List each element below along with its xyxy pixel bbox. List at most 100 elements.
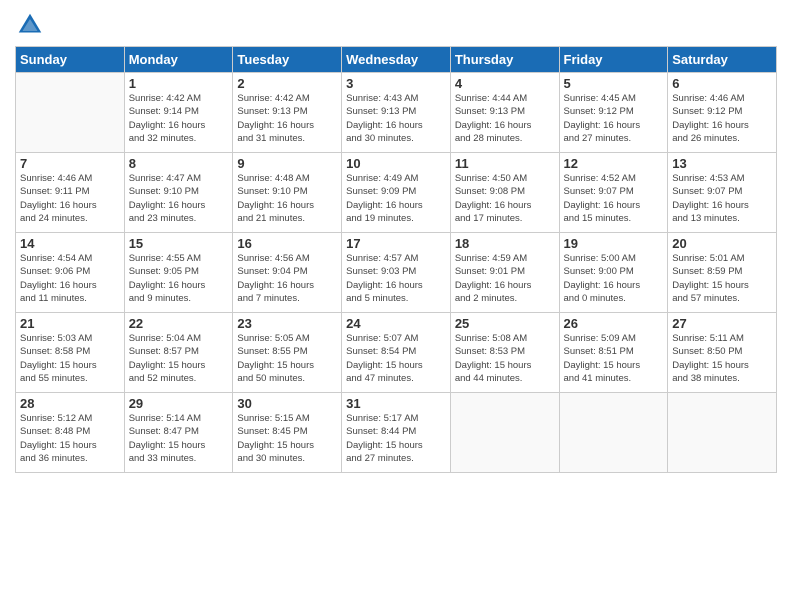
day-cell: 11Sunrise: 4:50 AM Sunset: 9:08 PM Dayli… [450, 153, 559, 233]
day-info: Sunrise: 5:08 AM Sunset: 8:53 PM Dayligh… [455, 332, 555, 385]
day-cell: 15Sunrise: 4:55 AM Sunset: 9:05 PM Dayli… [124, 233, 233, 313]
week-row-4: 28Sunrise: 5:12 AM Sunset: 8:48 PM Dayli… [16, 393, 777, 473]
day-info: Sunrise: 4:53 AM Sunset: 9:07 PM Dayligh… [672, 172, 772, 225]
day-cell: 12Sunrise: 4:52 AM Sunset: 9:07 PM Dayli… [559, 153, 668, 233]
day-number: 23 [237, 316, 337, 331]
day-number: 19 [564, 236, 664, 251]
day-number: 15 [129, 236, 229, 251]
header-cell-saturday: Saturday [668, 47, 777, 73]
header-cell-thursday: Thursday [450, 47, 559, 73]
day-cell: 4Sunrise: 4:44 AM Sunset: 9:13 PM Daylig… [450, 73, 559, 153]
day-number: 17 [346, 236, 446, 251]
day-number: 13 [672, 156, 772, 171]
day-cell: 31Sunrise: 5:17 AM Sunset: 8:44 PM Dayli… [342, 393, 451, 473]
week-row-1: 7Sunrise: 4:46 AM Sunset: 9:11 PM Daylig… [16, 153, 777, 233]
day-number: 24 [346, 316, 446, 331]
day-cell: 25Sunrise: 5:08 AM Sunset: 8:53 PM Dayli… [450, 313, 559, 393]
day-number: 11 [455, 156, 555, 171]
header-cell-monday: Monday [124, 47, 233, 73]
day-info: Sunrise: 5:00 AM Sunset: 9:00 PM Dayligh… [564, 252, 664, 305]
day-cell [668, 393, 777, 473]
day-number: 21 [20, 316, 120, 331]
day-cell: 2Sunrise: 4:42 AM Sunset: 9:13 PM Daylig… [233, 73, 342, 153]
day-info: Sunrise: 4:43 AM Sunset: 9:13 PM Dayligh… [346, 92, 446, 145]
day-info: Sunrise: 5:17 AM Sunset: 8:44 PM Dayligh… [346, 412, 446, 465]
day-info: Sunrise: 4:42 AM Sunset: 9:14 PM Dayligh… [129, 92, 229, 145]
day-cell: 20Sunrise: 5:01 AM Sunset: 8:59 PM Dayli… [668, 233, 777, 313]
day-info: Sunrise: 4:47 AM Sunset: 9:10 PM Dayligh… [129, 172, 229, 225]
day-cell: 22Sunrise: 5:04 AM Sunset: 8:57 PM Dayli… [124, 313, 233, 393]
day-info: Sunrise: 4:42 AM Sunset: 9:13 PM Dayligh… [237, 92, 337, 145]
day-info: Sunrise: 4:46 AM Sunset: 9:12 PM Dayligh… [672, 92, 772, 145]
day-info: Sunrise: 4:45 AM Sunset: 9:12 PM Dayligh… [564, 92, 664, 145]
day-number: 20 [672, 236, 772, 251]
day-cell: 21Sunrise: 5:03 AM Sunset: 8:58 PM Dayli… [16, 313, 125, 393]
page: SundayMondayTuesdayWednesdayThursdayFrid… [0, 0, 792, 612]
day-info: Sunrise: 4:46 AM Sunset: 9:11 PM Dayligh… [20, 172, 120, 225]
header [15, 10, 777, 40]
day-number: 31 [346, 396, 446, 411]
day-cell: 14Sunrise: 4:54 AM Sunset: 9:06 PM Dayli… [16, 233, 125, 313]
day-cell: 24Sunrise: 5:07 AM Sunset: 8:54 PM Dayli… [342, 313, 451, 393]
day-info: Sunrise: 4:52 AM Sunset: 9:07 PM Dayligh… [564, 172, 664, 225]
day-info: Sunrise: 4:54 AM Sunset: 9:06 PM Dayligh… [20, 252, 120, 305]
day-info: Sunrise: 4:56 AM Sunset: 9:04 PM Dayligh… [237, 252, 337, 305]
day-cell: 30Sunrise: 5:15 AM Sunset: 8:45 PM Dayli… [233, 393, 342, 473]
day-number: 10 [346, 156, 446, 171]
header-cell-sunday: Sunday [16, 47, 125, 73]
day-cell: 18Sunrise: 4:59 AM Sunset: 9:01 PM Dayli… [450, 233, 559, 313]
day-number: 12 [564, 156, 664, 171]
day-cell: 10Sunrise: 4:49 AM Sunset: 9:09 PM Dayli… [342, 153, 451, 233]
header-cell-tuesday: Tuesday [233, 47, 342, 73]
day-info: Sunrise: 5:14 AM Sunset: 8:47 PM Dayligh… [129, 412, 229, 465]
day-number: 4 [455, 76, 555, 91]
day-cell: 3Sunrise: 4:43 AM Sunset: 9:13 PM Daylig… [342, 73, 451, 153]
logo [15, 10, 49, 40]
header-cell-wednesday: Wednesday [342, 47, 451, 73]
day-info: Sunrise: 4:44 AM Sunset: 9:13 PM Dayligh… [455, 92, 555, 145]
day-info: Sunrise: 5:11 AM Sunset: 8:50 PM Dayligh… [672, 332, 772, 385]
day-cell: 23Sunrise: 5:05 AM Sunset: 8:55 PM Dayli… [233, 313, 342, 393]
day-cell [450, 393, 559, 473]
day-info: Sunrise: 4:57 AM Sunset: 9:03 PM Dayligh… [346, 252, 446, 305]
day-number: 9 [237, 156, 337, 171]
day-cell: 27Sunrise: 5:11 AM Sunset: 8:50 PM Dayli… [668, 313, 777, 393]
day-number: 25 [455, 316, 555, 331]
logo-icon [15, 10, 45, 40]
day-info: Sunrise: 5:03 AM Sunset: 8:58 PM Dayligh… [20, 332, 120, 385]
day-cell: 19Sunrise: 5:00 AM Sunset: 9:00 PM Dayli… [559, 233, 668, 313]
header-row: SundayMondayTuesdayWednesdayThursdayFrid… [16, 47, 777, 73]
day-number: 22 [129, 316, 229, 331]
day-number: 1 [129, 76, 229, 91]
day-number: 5 [564, 76, 664, 91]
week-row-2: 14Sunrise: 4:54 AM Sunset: 9:06 PM Dayli… [16, 233, 777, 313]
day-cell: 28Sunrise: 5:12 AM Sunset: 8:48 PM Dayli… [16, 393, 125, 473]
day-number: 28 [20, 396, 120, 411]
day-info: Sunrise: 4:49 AM Sunset: 9:09 PM Dayligh… [346, 172, 446, 225]
day-number: 14 [20, 236, 120, 251]
day-number: 26 [564, 316, 664, 331]
day-number: 8 [129, 156, 229, 171]
day-number: 30 [237, 396, 337, 411]
day-info: Sunrise: 4:55 AM Sunset: 9:05 PM Dayligh… [129, 252, 229, 305]
day-number: 18 [455, 236, 555, 251]
day-number: 16 [237, 236, 337, 251]
day-number: 27 [672, 316, 772, 331]
day-number: 2 [237, 76, 337, 91]
day-info: Sunrise: 5:01 AM Sunset: 8:59 PM Dayligh… [672, 252, 772, 305]
day-info: Sunrise: 5:05 AM Sunset: 8:55 PM Dayligh… [237, 332, 337, 385]
day-cell: 8Sunrise: 4:47 AM Sunset: 9:10 PM Daylig… [124, 153, 233, 233]
day-cell: 6Sunrise: 4:46 AM Sunset: 9:12 PM Daylig… [668, 73, 777, 153]
day-cell: 16Sunrise: 4:56 AM Sunset: 9:04 PM Dayli… [233, 233, 342, 313]
day-cell: 7Sunrise: 4:46 AM Sunset: 9:11 PM Daylig… [16, 153, 125, 233]
week-row-0: 1Sunrise: 4:42 AM Sunset: 9:14 PM Daylig… [16, 73, 777, 153]
day-cell: 29Sunrise: 5:14 AM Sunset: 8:47 PM Dayli… [124, 393, 233, 473]
day-cell: 26Sunrise: 5:09 AM Sunset: 8:51 PM Dayli… [559, 313, 668, 393]
day-cell: 17Sunrise: 4:57 AM Sunset: 9:03 PM Dayli… [342, 233, 451, 313]
day-cell: 1Sunrise: 4:42 AM Sunset: 9:14 PM Daylig… [124, 73, 233, 153]
day-info: Sunrise: 5:07 AM Sunset: 8:54 PM Dayligh… [346, 332, 446, 385]
week-row-3: 21Sunrise: 5:03 AM Sunset: 8:58 PM Dayli… [16, 313, 777, 393]
header-cell-friday: Friday [559, 47, 668, 73]
day-number: 3 [346, 76, 446, 91]
day-info: Sunrise: 5:12 AM Sunset: 8:48 PM Dayligh… [20, 412, 120, 465]
